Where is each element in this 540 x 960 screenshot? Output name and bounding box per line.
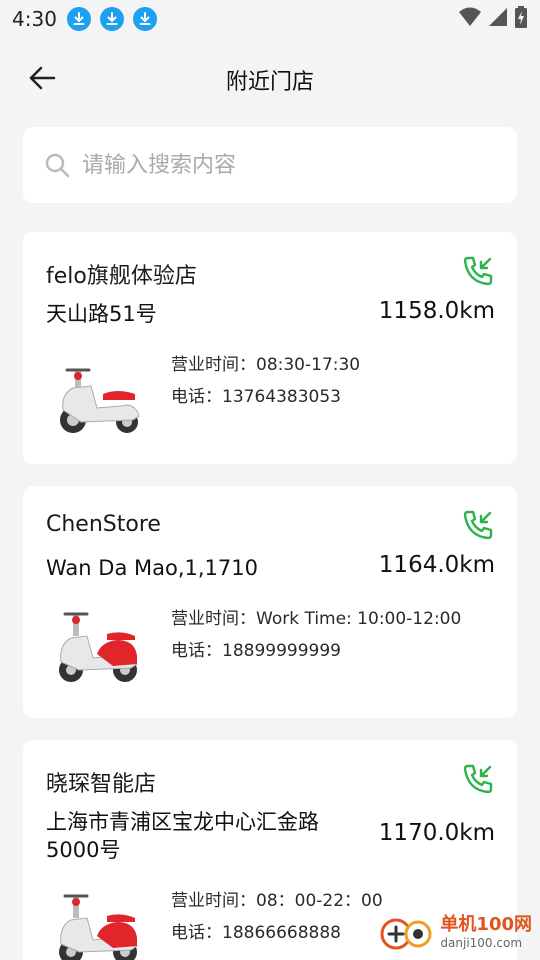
store-distance: 1170.0km	[378, 820, 495, 846]
watermark-cn: 单机100网	[440, 913, 532, 935]
scooter-image	[59, 894, 138, 960]
download-icon	[66, 7, 91, 31]
battery-icon	[514, 6, 528, 32]
store-card[interactable]: ChenStore Wan Da Mao,1,1710 1164.0km 营业时…	[23, 486, 517, 718]
wifi-icon	[458, 7, 482, 31]
scooter-image	[60, 368, 140, 433]
watermark-logo	[380, 918, 432, 950]
store-name: ChenStore	[46, 512, 161, 537]
download-icon	[132, 7, 157, 31]
store-name: 晓琛智能店	[46, 772, 157, 797]
store-phone: 电话：13764383053	[171, 387, 341, 407]
store-phone: 电话：18866668888	[171, 923, 341, 943]
phone-call-icon	[463, 510, 493, 540]
search-box[interactable]	[23, 127, 517, 203]
store-address: 天山路51号	[46, 302, 157, 326]
download-icon	[99, 7, 124, 31]
search-icon	[45, 153, 70, 178]
status-time: 4:30	[12, 7, 57, 31]
store-phone: 电话：18899999999	[171, 641, 341, 661]
scooter-image	[59, 612, 138, 682]
watermark-en: danji100.com	[440, 935, 523, 950]
store-hours: 营业时间：08:30-17:30	[171, 355, 361, 375]
status-bar: 4:30	[0, 0, 540, 38]
phone-call-icon	[463, 256, 493, 286]
call-button[interactable]	[461, 762, 495, 796]
store-address: Wan Da Mao,1,1710	[46, 556, 258, 580]
call-button[interactable]	[461, 254, 495, 288]
store-distance: 1164.0km	[378, 552, 495, 578]
phone-call-icon	[463, 764, 493, 794]
store-card[interactable]: felo旗舰体验店 天山路51号 1158.0km 营业时间：08:30-17:…	[23, 232, 517, 464]
store-hours: 营业时间：Work Time: 10:00-12:00	[171, 609, 462, 629]
watermark: 单机100网 danji100.com	[380, 912, 532, 952]
store-hours: 营业时间：08：00-22：00	[171, 891, 383, 911]
search-input[interactable]	[82, 152, 482, 178]
call-button[interactable]	[461, 508, 495, 542]
header: 附近门店	[0, 48, 540, 108]
page-title: 附近门店	[225, 70, 314, 95]
store-address: 上海市青浦区宝龙中心汇金路5000号	[46, 810, 319, 862]
signal-icon	[488, 7, 508, 31]
store-distance: 1158.0km	[378, 298, 495, 324]
store-name: felo旗舰体验店	[46, 264, 197, 289]
